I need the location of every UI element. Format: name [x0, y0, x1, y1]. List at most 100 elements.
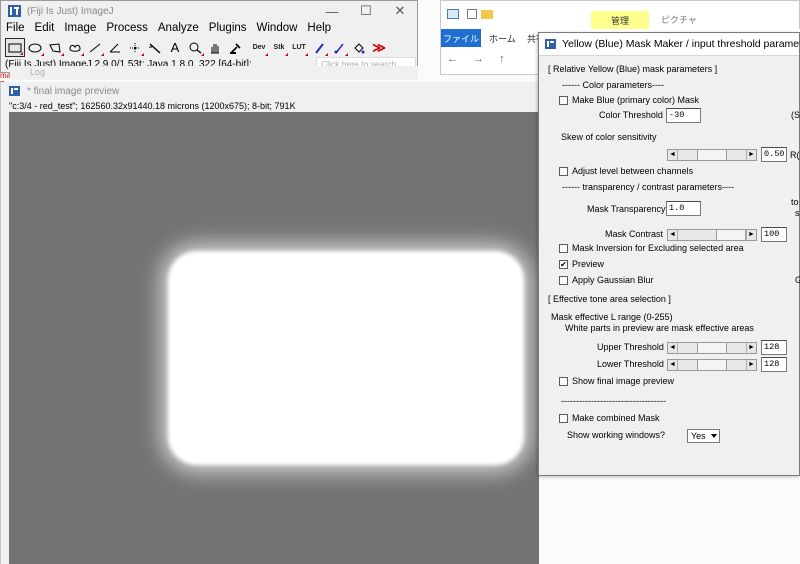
tab-manage[interactable]: 管理	[591, 11, 649, 29]
color-threshold-suffix: (Si	[791, 110, 800, 120]
preview-checkbox[interactable]: ✔	[559, 260, 568, 269]
more-tools-icon-glyph: ≫	[372, 39, 386, 55]
contrast-slider-right-arrow[interactable]: ►	[746, 230, 756, 240]
tab-picture[interactable]: ピクチャ	[661, 13, 697, 26]
menu-image[interactable]: Image	[59, 20, 101, 37]
polygon-tool-icon[interactable]	[45, 38, 65, 57]
ribbon-home[interactable]: ホーム	[489, 32, 516, 45]
show-working-label: Show working windows?	[567, 430, 666, 440]
l-range-label: Mask effective L range (0-255)	[551, 312, 673, 322]
image-canvas[interactable]	[9, 112, 539, 564]
lower-threshold-slider[interactable]: ◄ ►	[667, 359, 757, 371]
adjust-level-checkbox[interactable]	[559, 167, 568, 176]
skew-field[interactable]: 0.50	[761, 147, 787, 162]
preview-titlebar[interactable]: * final image preview	[1, 82, 538, 100]
mask-transparency-label: Mask Transparency	[587, 204, 666, 214]
menu-plugins[interactable]: Plugins	[204, 20, 252, 37]
upper-threshold-slider[interactable]: ◄ ►	[667, 342, 757, 354]
make-blue-label: Make Blue (primary color) Mask	[572, 95, 700, 105]
preview-window: * final image preview "c:3/4 - red_test"…	[0, 82, 539, 564]
submenu-indicator-icon	[20, 52, 23, 55]
mask-inversion-checkbox[interactable]	[559, 244, 568, 253]
dev-tool[interactable]: Dev	[249, 38, 269, 57]
submenu-indicator-icon	[81, 53, 84, 56]
gaussian-checkbox[interactable]	[559, 276, 568, 285]
dialog-titlebar[interactable]: Yellow (Blue) Mask Maker / input thresho…	[539, 33, 800, 55]
imagej-titlebar[interactable]: (Fiji Is Just) ImageJ — ☐ ✕	[1, 1, 417, 21]
color-threshold-field[interactable]: -30	[666, 108, 701, 123]
mask-inversion-label: Mask Inversion for Excluding selected ar…	[572, 243, 744, 253]
brush-tool-icon[interactable]	[329, 38, 349, 57]
lut-tool[interactable]: LUT	[289, 38, 309, 57]
color-threshold-label: Color Threshold	[599, 110, 663, 120]
menu-analyze[interactable]: Analyze	[153, 20, 204, 37]
submenu-indicator-icon	[345, 53, 348, 56]
lower-threshold-label: Lower Threshold	[597, 359, 664, 369]
hand-tool-icon[interactable]	[205, 38, 225, 57]
explorer-nav-arrows[interactable]: ← → ↑	[447, 53, 511, 65]
freehand-tool-icon[interactable]	[65, 38, 85, 57]
ribbon-file[interactable]: ファイル	[441, 29, 481, 47]
upper-slider-left-arrow[interactable]: ◄	[668, 343, 678, 353]
mask-contrast-field[interactable]: 100	[761, 227, 787, 242]
menu-process[interactable]: Process	[101, 20, 153, 37]
line-tool-icon[interactable]	[85, 38, 105, 57]
point-tool-icon[interactable]	[125, 38, 145, 57]
submenu-indicator-icon	[141, 53, 144, 56]
lower-slider-thumb[interactable]	[697, 360, 727, 370]
effective-area-header: [ Effective tone area selection ]	[548, 294, 671, 304]
angle-tool-icon[interactable]	[105, 38, 125, 57]
menu-help[interactable]: Help	[302, 20, 336, 37]
dialog-app-icon	[545, 38, 556, 51]
submenu-indicator-icon	[201, 53, 204, 56]
stk-tool[interactable]: Stk	[269, 38, 289, 57]
magnifier-tool-icon[interactable]	[185, 38, 205, 57]
submenu-indicator-icon	[265, 53, 268, 56]
wand-tool-icon[interactable]	[145, 38, 165, 57]
close-button[interactable]: ✕	[383, 1, 417, 21]
gaussian-label: Apply Gaussian Blur	[572, 275, 654, 285]
contrast-slider-thumb[interactable]	[716, 230, 746, 240]
mask-params-header: [ Relative Yellow (Blue) mask parameters…	[548, 64, 718, 74]
show-working-select[interactable]: Yes	[687, 429, 720, 443]
menu-window[interactable]: Window	[252, 20, 303, 37]
dialog-title: Yellow (Blue) Mask Maker / input thresho…	[562, 38, 800, 50]
make-blue-checkbox[interactable]	[559, 96, 568, 105]
mask-contrast-slider[interactable]: ◄ ►	[667, 229, 757, 241]
white-parts-label: White parts in preview are mask effectiv…	[565, 323, 754, 333]
more-tools-icon[interactable]: ≫	[369, 38, 389, 57]
text-tool-icon[interactable]: A	[165, 38, 185, 57]
preview-label: Preview	[572, 259, 605, 269]
text-tool-icon-glyph: A	[170, 40, 180, 55]
log-title: Log	[30, 67, 46, 77]
oval-tool-icon[interactable]	[25, 38, 45, 57]
skew-slider[interactable]: ◄ ►	[667, 149, 757, 161]
skew-slider-right-arrow[interactable]: ►	[746, 150, 756, 160]
mask-transparency-suffix-bottom: s	[795, 208, 800, 218]
upper-slider-right-arrow[interactable]: ►	[746, 343, 756, 353]
submenu-indicator-icon	[325, 53, 328, 56]
dropper-tool-icon[interactable]	[225, 38, 245, 57]
transparency-header: ------ transparency / contrast parameter…	[562, 182, 735, 192]
upper-slider-thumb[interactable]	[697, 343, 727, 353]
lower-threshold-field[interactable]: 128	[761, 357, 787, 372]
lower-slider-left-arrow[interactable]: ◄	[668, 360, 678, 370]
make-combined-checkbox[interactable]	[559, 414, 568, 423]
show-final-checkbox[interactable]	[559, 377, 568, 386]
skew-slider-thumb[interactable]	[697, 150, 727, 160]
check-mark-icon: ✔	[560, 260, 567, 269]
maximize-button[interactable]: ☐	[349, 1, 383, 21]
upper-threshold-field[interactable]: 128	[761, 340, 787, 355]
mask-shape	[171, 254, 521, 462]
rectangle-tool-icon[interactable]	[5, 38, 25, 57]
skew-slider-left-arrow[interactable]: ◄	[668, 150, 678, 160]
contrast-slider-left-arrow[interactable]: ◄	[668, 230, 678, 240]
lower-slider-right-arrow[interactable]: ►	[746, 360, 756, 370]
pencil-tool-icon[interactable]	[309, 38, 329, 57]
menu-edit[interactable]: Edit	[30, 20, 60, 37]
flood-fill-tool-icon[interactable]	[349, 38, 369, 57]
submenu-indicator-icon	[285, 53, 288, 56]
menu-file[interactable]: File	[1, 20, 30, 37]
minimize-button[interactable]: —	[315, 1, 349, 21]
mask-transparency-field[interactable]: 1.0	[666, 201, 701, 216]
